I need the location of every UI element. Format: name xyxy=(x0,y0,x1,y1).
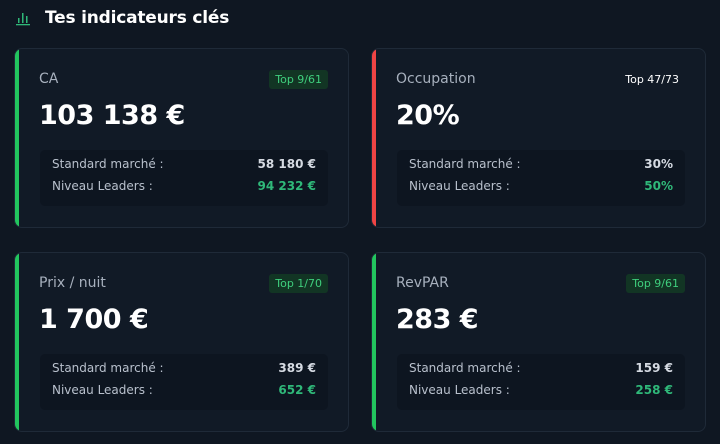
benchmark-panel: Standard marché : 30% Niveau Leaders : 5… xyxy=(397,150,685,206)
card-accent-bar xyxy=(15,49,19,227)
leaders-value: 652 € xyxy=(278,383,316,397)
market-label: Standard marché : xyxy=(52,361,164,375)
leaders-row: Niveau Leaders : 94 232 € xyxy=(52,177,316,195)
kpi-value: 103 138 € xyxy=(39,100,185,131)
kpi-value: 1 700 € xyxy=(39,304,149,335)
card-accent-bar xyxy=(372,253,376,431)
kpi-card-ca: CA Top 9/61 103 138 € Standard marché : … xyxy=(14,48,349,228)
leaders-row: Niveau Leaders : 652 € xyxy=(52,381,316,399)
leaders-label: Niveau Leaders : xyxy=(52,179,153,193)
kpi-label: Prix / nuit xyxy=(39,275,106,291)
section-header: Tes indicateurs clés xyxy=(15,6,229,30)
leaders-value: 94 232 € xyxy=(257,179,316,193)
section-title: Tes indicateurs clés xyxy=(45,8,230,28)
market-row: Standard marché : 159 € xyxy=(409,359,673,377)
kpi-label: Occupation xyxy=(396,71,476,87)
market-value: 159 € xyxy=(635,361,673,375)
leaders-row: Niveau Leaders : 50% xyxy=(409,177,673,195)
kpi-card-revpar: RevPAR Top 9/61 283 € Standard marché : … xyxy=(371,252,706,432)
market-label: Standard marché : xyxy=(409,361,521,375)
market-label: Standard marché : xyxy=(52,157,164,171)
kpi-label: CA xyxy=(39,71,59,87)
benchmark-panel: Standard marché : 159 € Niveau Leaders :… xyxy=(397,354,685,410)
benchmark-panel: Standard marché : 58 180 € Niveau Leader… xyxy=(40,150,328,206)
kpi-value: 283 € xyxy=(396,304,479,335)
rank-badge: Top 9/61 xyxy=(269,70,328,89)
market-value: 30% xyxy=(644,157,673,171)
kpi-card-occupation: Occupation Top 47/73 20% Standard marché… xyxy=(371,48,706,228)
rank-badge: Top 1/70 xyxy=(269,274,328,293)
leaders-value: 50% xyxy=(644,179,673,193)
card-accent-bar xyxy=(15,253,19,431)
benchmark-panel: Standard marché : 389 € Niveau Leaders :… xyxy=(40,354,328,410)
leaders-label: Niveau Leaders : xyxy=(409,179,510,193)
card-accent-bar xyxy=(372,49,376,227)
market-label: Standard marché : xyxy=(409,157,521,171)
market-value: 389 € xyxy=(278,361,316,375)
leaders-label: Niveau Leaders : xyxy=(409,383,510,397)
leaders-row: Niveau Leaders : 258 € xyxy=(409,381,673,399)
rank-badge: Top 9/61 xyxy=(626,274,685,293)
kpi-label: RevPAR xyxy=(396,275,449,291)
market-row: Standard marché : 389 € xyxy=(52,359,316,377)
market-value: 58 180 € xyxy=(257,157,316,171)
bar-chart-icon xyxy=(16,13,30,26)
kpi-card-prix-nuit: Prix / nuit Top 1/70 1 700 € Standard ma… xyxy=(14,252,349,432)
rank-badge: Top 47/73 xyxy=(625,73,679,86)
market-row: Standard marché : 30% xyxy=(409,155,673,173)
leaders-value: 258 € xyxy=(635,383,673,397)
market-row: Standard marché : 58 180 € xyxy=(52,155,316,173)
kpi-value: 20% xyxy=(396,100,460,131)
leaders-label: Niveau Leaders : xyxy=(52,383,153,397)
